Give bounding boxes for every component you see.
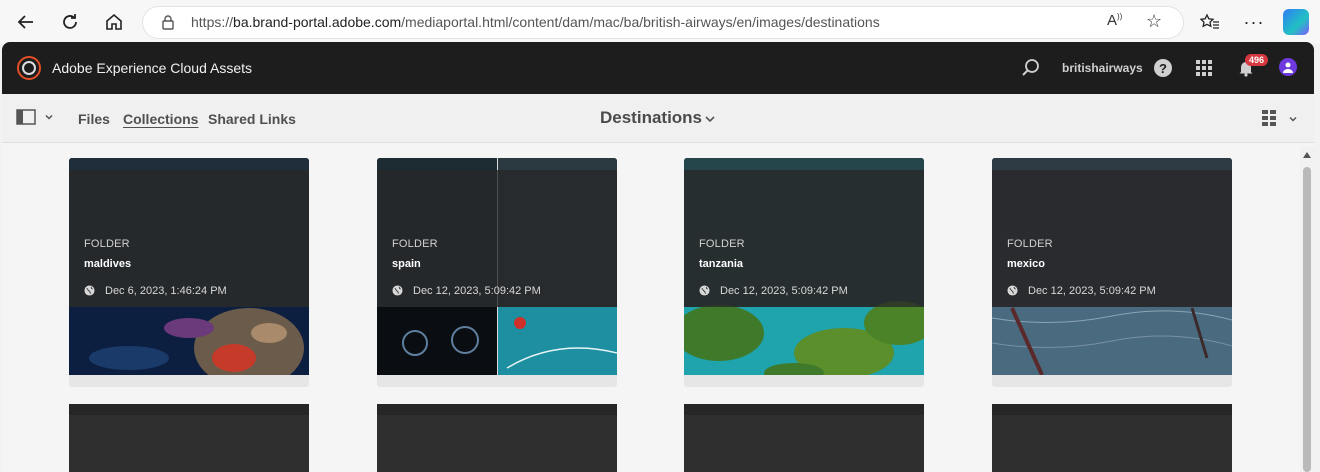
folder-type-label: FOLDER bbox=[392, 238, 438, 250]
home-button[interactable] bbox=[100, 8, 128, 36]
folder-modified-date: Dec 12, 2023, 5:09:42 PM bbox=[720, 285, 848, 297]
scroll-up-icon[interactable] bbox=[1303, 152, 1311, 158]
refresh-button[interactable] bbox=[56, 8, 84, 36]
more-button[interactable]: ··· bbox=[1240, 8, 1268, 36]
more-icon: ··· bbox=[1243, 11, 1265, 32]
favorites-icon bbox=[1200, 13, 1219, 29]
notification-badge: 496 bbox=[1245, 54, 1269, 66]
rail-toggle-button[interactable] bbox=[16, 109, 36, 127]
user-icon bbox=[1283, 62, 1293, 73]
lock-icon bbox=[162, 15, 174, 30]
home-icon bbox=[106, 13, 122, 30]
folder-card-partial[interactable] bbox=[992, 404, 1232, 472]
apps-grid-icon bbox=[1196, 60, 1212, 76]
help-button[interactable]: ? bbox=[1152, 57, 1174, 79]
folder-card-partial[interactable] bbox=[684, 404, 924, 472]
folder-card-spain[interactable]: FOLDER spain Dec 12, 2023, 5:09:42 PM bbox=[377, 158, 617, 387]
copilot-icon[interactable] bbox=[1283, 9, 1309, 35]
folder-type-label: FOLDER bbox=[699, 238, 745, 250]
help-icon: ? bbox=[1154, 59, 1172, 77]
url-prefix: https:// bbox=[191, 14, 234, 30]
folder-info-overlay: FOLDER maldives Dec 6, 2023, 1:46:24 PM bbox=[69, 170, 309, 307]
search-icon bbox=[1022, 59, 1039, 76]
star-icon: ☆ bbox=[1146, 11, 1163, 31]
nav-collections[interactable]: Collections bbox=[123, 111, 198, 127]
globe-icon bbox=[699, 285, 710, 296]
title-chevron-down-icon[interactable] bbox=[704, 114, 716, 124]
back-button[interactable] bbox=[12, 8, 40, 36]
refresh-icon bbox=[63, 14, 77, 29]
view-switcher-button[interactable] bbox=[1262, 110, 1278, 131]
read-aloud-button[interactable]: A)) bbox=[1107, 12, 1122, 29]
url-path: /mediaportal.html/content/dam/mac/ba/bri… bbox=[401, 14, 880, 30]
chevron-down-icon[interactable] bbox=[44, 112, 54, 122]
folder-card-mexico[interactable]: FOLDER mexico Dec 12, 2023, 5:09:42 PM bbox=[992, 158, 1232, 387]
folder-info-overlay: FOLDER mexico Dec 12, 2023, 5:09:42 PM bbox=[992, 170, 1232, 307]
folder-modified-date: Dec 6, 2023, 1:46:24 PM bbox=[105, 285, 227, 297]
app-title: Adobe Experience Cloud Assets bbox=[52, 60, 253, 76]
org-switcher[interactable]: britishairways bbox=[1062, 61, 1143, 75]
action-bar: Files Collections Shared Links Destinati… bbox=[2, 94, 1314, 143]
folder-card-maldives[interactable]: FOLDER maldives Dec 6, 2023, 1:46:24 PM bbox=[69, 158, 309, 387]
globe-icon bbox=[84, 285, 95, 296]
folder-card-partial[interactable] bbox=[377, 404, 617, 472]
rail-toggle-icon bbox=[16, 109, 36, 125]
url-text: https://ba.brand-portal.adobe.com/mediap… bbox=[191, 14, 880, 30]
scrollbar-thumb[interactable] bbox=[1303, 167, 1311, 472]
folder-modified-date: Dec 12, 2023, 5:09:42 PM bbox=[413, 285, 541, 297]
asset-grid: FOLDER maldives Dec 6, 2023, 1:46:24 PM bbox=[2, 143, 1314, 472]
card-top-bar bbox=[377, 404, 617, 415]
folder-info-overlay: FOLDER spain Dec 12, 2023, 5:09:42 PM bbox=[377, 170, 617, 307]
globe-icon bbox=[392, 285, 403, 296]
folder-name: maldives bbox=[84, 258, 132, 270]
folder-type-label: FOLDER bbox=[84, 238, 130, 250]
apps-button[interactable] bbox=[1193, 57, 1215, 79]
avatar[interactable] bbox=[1279, 58, 1297, 76]
read-aloud-icon: A)) bbox=[1107, 12, 1123, 29]
card-top-bar bbox=[684, 404, 924, 415]
folder-info-overlay: FOLDER tanzania Dec 12, 2023, 5:09:42 PM bbox=[684, 170, 924, 307]
folder-type-label: FOLDER bbox=[1007, 238, 1053, 250]
view-chevron-down-icon[interactable] bbox=[1288, 114, 1298, 124]
search-button[interactable] bbox=[1020, 57, 1042, 79]
browser-toolbar: https://ba.brand-portal.adobe.com/mediap… bbox=[0, 0, 1320, 44]
adobe-logo-icon[interactable] bbox=[17, 56, 41, 80]
page-title[interactable]: Destinations bbox=[600, 108, 702, 128]
vertical-scrollbar[interactable] bbox=[1300, 147, 1314, 472]
address-bar[interactable]: https://ba.brand-portal.adobe.com/mediap… bbox=[143, 7, 1183, 38]
globe-icon bbox=[1007, 285, 1018, 296]
grid-view-icon bbox=[1262, 110, 1276, 126]
url-host: ba.brand-portal.adobe.com bbox=[233, 14, 402, 30]
card-top-bar bbox=[992, 404, 1232, 415]
favorites-button[interactable] bbox=[1196, 8, 1224, 36]
shell-header: Adobe Experience Cloud Assets britishair… bbox=[2, 42, 1314, 94]
folder-name: mexico bbox=[1007, 258, 1045, 270]
app-frame: Adobe Experience Cloud Assets britishair… bbox=[2, 42, 1314, 472]
card-top-bar bbox=[69, 404, 309, 415]
folder-card-partial[interactable] bbox=[69, 404, 309, 472]
nav-shared-links[interactable]: Shared Links bbox=[208, 111, 296, 127]
favorite-button[interactable]: ☆ bbox=[1146, 11, 1162, 32]
folder-name: spain bbox=[392, 258, 421, 270]
nav-files[interactable]: Files bbox=[78, 111, 110, 127]
arrow-left-icon bbox=[17, 15, 33, 29]
folder-name: tanzania bbox=[699, 258, 744, 270]
folder-card-tanzania[interactable]: FOLDER tanzania Dec 12, 2023, 5:09:42 PM bbox=[684, 158, 924, 387]
folder-modified-date: Dec 12, 2023, 5:09:42 PM bbox=[1028, 285, 1156, 297]
